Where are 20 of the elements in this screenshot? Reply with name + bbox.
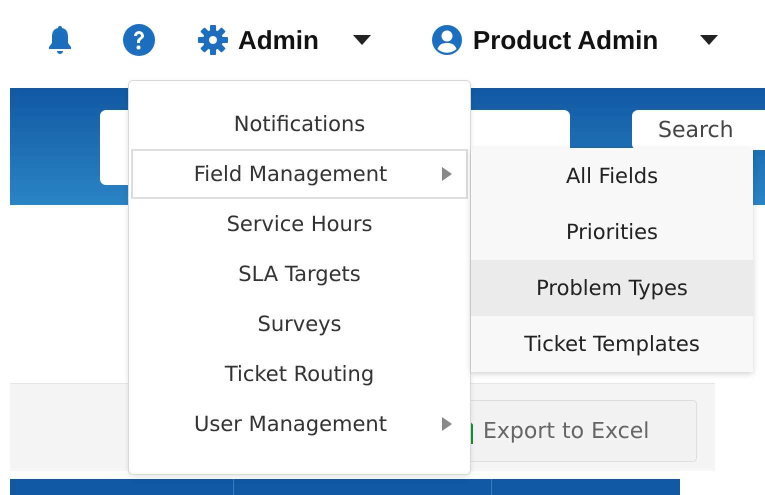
menu-item[interactable]: SLA Targets xyxy=(131,249,468,299)
submenu-arrow-icon xyxy=(442,417,452,431)
menu-item[interactable]: Service Hours xyxy=(131,199,468,249)
user-menu-button[interactable]: Product Admin xyxy=(430,24,718,56)
gear-icon xyxy=(198,25,228,55)
help-icon[interactable] xyxy=(122,23,156,57)
menu-item[interactable]: Field Management xyxy=(131,149,468,199)
submenu-item[interactable]: Ticket Templates xyxy=(471,316,753,372)
submenu-item[interactable]: All Fields xyxy=(471,148,753,204)
submenu-item[interactable]: Problem Types xyxy=(471,260,753,316)
caret-icon xyxy=(352,35,371,45)
menu-item[interactable]: Notifications xyxy=(131,99,468,149)
submenu-item[interactable]: Priorities xyxy=(471,204,753,260)
caret-icon xyxy=(700,35,718,45)
menu-item[interactable]: Ticket Routing xyxy=(131,349,468,399)
admin-menu-button[interactable]: Admin xyxy=(198,24,371,56)
submenu-arrow-icon xyxy=(442,167,452,181)
user-icon xyxy=(430,24,463,56)
menu-item[interactable]: Surveys xyxy=(131,299,468,349)
search-field[interactable]: Search xyxy=(632,110,765,150)
